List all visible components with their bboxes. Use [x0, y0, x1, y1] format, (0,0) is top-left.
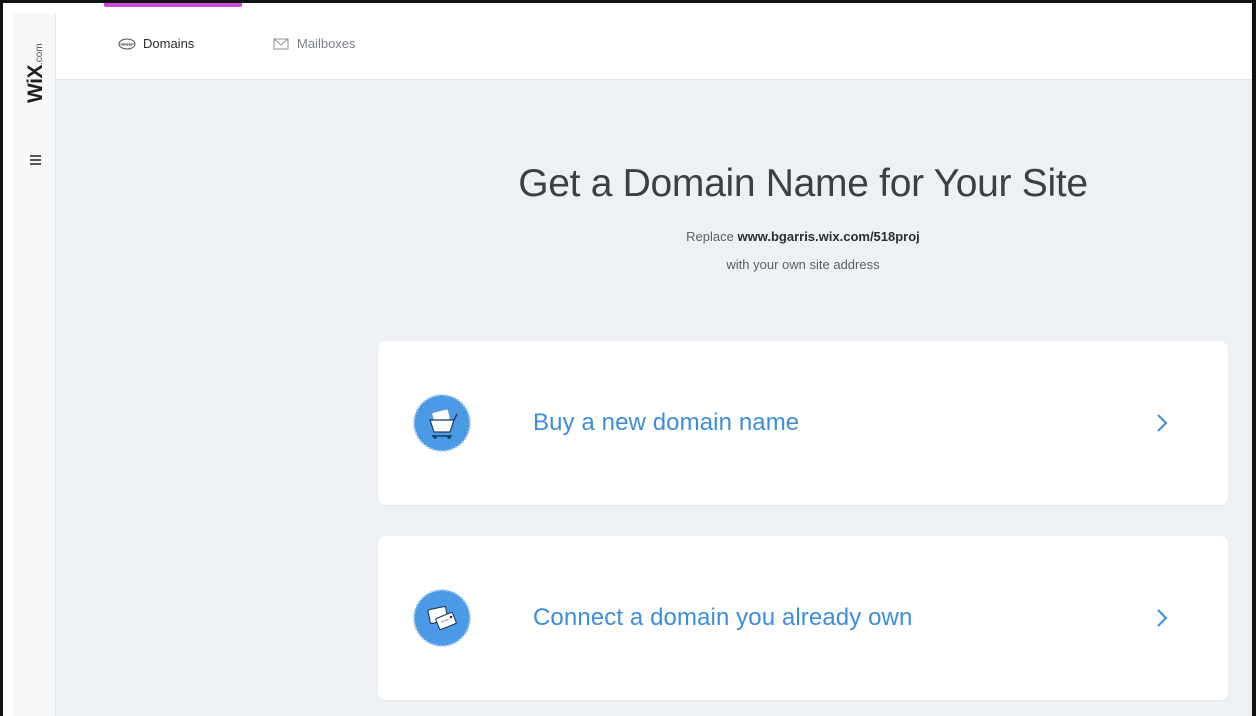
- side-rail: WiX.com: [13, 13, 56, 716]
- replace-text: Replace www.bgarris.wix.com/518proj: [686, 229, 920, 244]
- buy-domain-label: Buy a new domain name: [533, 409, 800, 436]
- main-content: Get a Domain Name for Your Site Replace …: [56, 80, 1252, 716]
- tab-mailboxes-label: Mailboxes: [297, 36, 356, 51]
- site-url: www.bgarris.wix.com/518proj: [737, 229, 920, 244]
- svg-text:www: www: [121, 43, 132, 48]
- envelope-icon: [273, 38, 289, 49]
- wix-logo[interactable]: WiX.com: [24, 43, 48, 103]
- active-tab-indicator: [104, 3, 242, 7]
- shopping-cart-icon: [413, 394, 471, 452]
- chevron-right-icon: [1157, 609, 1168, 627]
- tab-mailboxes[interactable]: Mailboxes: [272, 36, 356, 51]
- tab-domains[interactable]: www Domains: [118, 36, 194, 51]
- buy-domain-card[interactable]: Buy a new domain name: [378, 341, 1228, 505]
- tab-domains-label: Domains: [143, 36, 195, 51]
- subtitle: with your own site address: [726, 257, 880, 272]
- page-title: Get a Domain Name for Your Site: [518, 162, 1088, 205]
- chevron-right-icon: [1157, 414, 1168, 432]
- domain-globe-icon: www: [118, 38, 136, 49]
- connect-domain-card[interactable]: Connect a domain you already own: [378, 536, 1228, 700]
- tags-icon: [413, 589, 471, 647]
- top-tab-bar: www Domains Mailboxes: [56, 3, 1252, 80]
- hamburger-menu-icon[interactable]: [30, 155, 41, 165]
- app-window: WiX.com www Domains Mailboxes Get a Doma…: [0, 0, 1256, 716]
- connect-domain-label: Connect a domain you already own: [533, 604, 913, 631]
